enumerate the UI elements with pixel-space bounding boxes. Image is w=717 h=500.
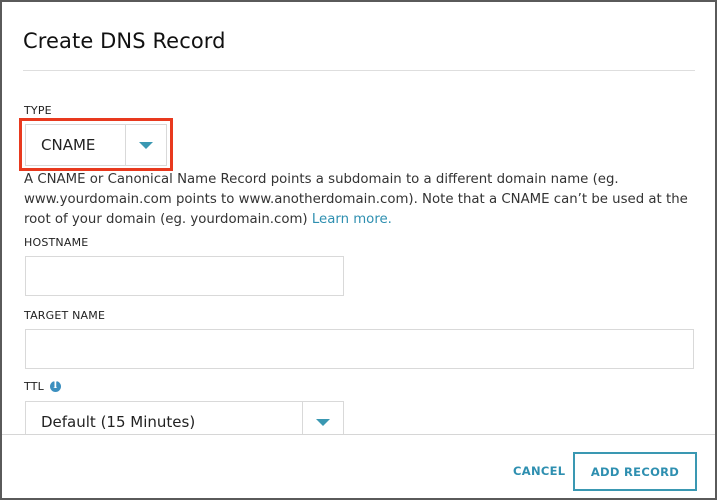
ttl-label-row: TTL i [24, 380, 61, 393]
learn-more-link[interactable]: Learn more. [312, 212, 392, 227]
chevron-down-icon [139, 141, 153, 149]
cancel-button[interactable]: CANCEL [507, 464, 571, 478]
type-select[interactable]: CNAME [25, 124, 167, 166]
header-divider [23, 70, 695, 71]
type-label: TYPE [24, 104, 52, 117]
target-name-input[interactable] [25, 329, 694, 369]
hostname-label: HOSTNAME [24, 236, 89, 249]
info-icon[interactable]: i [49, 381, 61, 392]
ttl-select-value: Default (15 Minutes) [41, 413, 196, 431]
add-record-button[interactable]: ADD RECORD [573, 452, 697, 491]
type-dropdown-toggle[interactable] [125, 125, 166, 165]
type-select-value: CNAME [41, 136, 96, 154]
create-dns-record-dialog: Create DNS Record TYPE CNAME A CNAME or … [0, 0, 717, 500]
ttl-label: TTL [24, 380, 44, 393]
target-name-label: TARGET NAME [24, 309, 106, 322]
hostname-input[interactable] [25, 256, 344, 296]
dialog-title: Create DNS Record [23, 29, 226, 53]
type-help-text: A CNAME or Canonical Name Record points … [24, 170, 704, 230]
chevron-down-icon [316, 418, 330, 426]
